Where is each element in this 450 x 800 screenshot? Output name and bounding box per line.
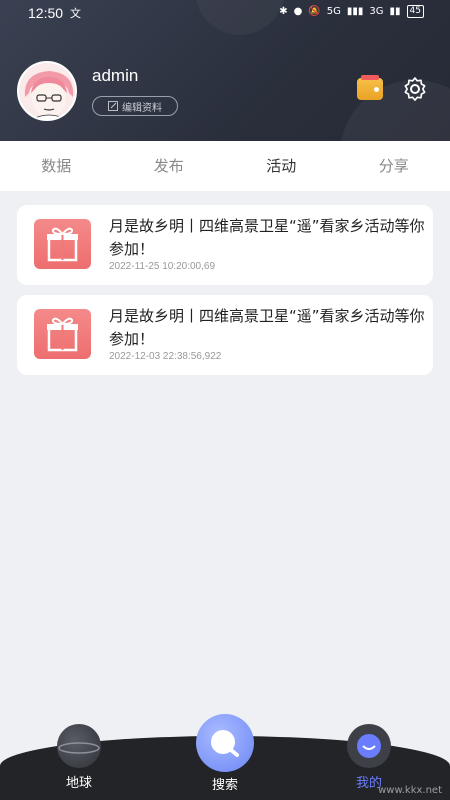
watermark: www.kkx.net [378, 785, 442, 796]
tab-activity[interactable]: 活动 [225, 141, 338, 191]
avatar-image [19, 63, 75, 119]
status-time: 12:50 [28, 5, 64, 21]
nav-earth-label: 地球 [65, 776, 92, 791]
bluetooth-icon: ✱ [279, 6, 288, 17]
profile-header: 12:50 文 ✱ ● 🔕 5G ▮▮▮ 3G ▮▮ 45 admin 编辑资料 [0, 0, 450, 141]
location-icon: ● [293, 6, 303, 17]
nav-search-label: 搜索 [211, 778, 238, 793]
tab-share[interactable]: 分享 [338, 141, 450, 191]
username: admin [92, 66, 139, 85]
profile-icon [347, 724, 391, 768]
status-extra: 文 [70, 7, 81, 20]
tab-data[interactable]: 数据 [0, 141, 113, 191]
tab-bar: 数据 发布 活动 分享 [0, 141, 450, 191]
status-bar: 12:50 文 ✱ ● 🔕 5G ▮▮▮ 3G ▮▮ 45 [0, 0, 450, 26]
network-label-2: 3G [369, 6, 384, 17]
wallet-icon[interactable] [357, 75, 383, 100]
status-icons: ✱ ● 🔕 5G ▮▮▮ 3G ▮▮ 45 [279, 5, 424, 18]
signal-icon: ▮▮▮ [346, 6, 364, 17]
gift-icon [34, 309, 91, 359]
activity-time: 2022-11-25 10:20:00,69 [109, 261, 216, 272]
activity-time: 2022-12-03 22:38:56,922 [109, 351, 222, 362]
network-label: 5G [326, 6, 341, 17]
gift-icon [34, 219, 91, 269]
edit-profile-button[interactable]: 编辑资料 [92, 96, 178, 116]
avatar[interactable] [17, 61, 77, 121]
planet-icon [57, 724, 101, 768]
bottom-nav: 地球 搜索 我的 www.kkx.net [0, 714, 450, 800]
nav-me[interactable]: 我的 [347, 724, 391, 791]
activity-title: 月是故乡明丨四维高景卫星“遥”看家乡活动等你参加！ [109, 307, 425, 348]
tab-publish[interactable]: 发布 [113, 141, 226, 191]
gear-icon[interactable] [402, 76, 428, 102]
battery-icon: 45 [406, 5, 424, 18]
activity-card[interactable]: 月是故乡明丨四维高景卫星“遥”看家乡活动等你参加！ 2022-11-25 10:… [17, 205, 433, 285]
edit-icon [108, 101, 118, 111]
search-bubble-icon [196, 714, 254, 772]
mute-icon: 🔕 [308, 6, 321, 17]
edit-profile-label: 编辑资料 [122, 102, 162, 114]
nav-search[interactable]: 搜索 [196, 714, 254, 793]
nav-earth[interactable]: 地球 [57, 724, 101, 791]
signal-icon: ▮▮ [389, 6, 401, 17]
activity-title: 月是故乡明丨四维高景卫星“遥”看家乡活动等你参加！ [109, 217, 425, 258]
activity-card[interactable]: 月是故乡明丨四维高景卫星“遥”看家乡活动等你参加！ 2022-12-03 22:… [17, 295, 433, 375]
